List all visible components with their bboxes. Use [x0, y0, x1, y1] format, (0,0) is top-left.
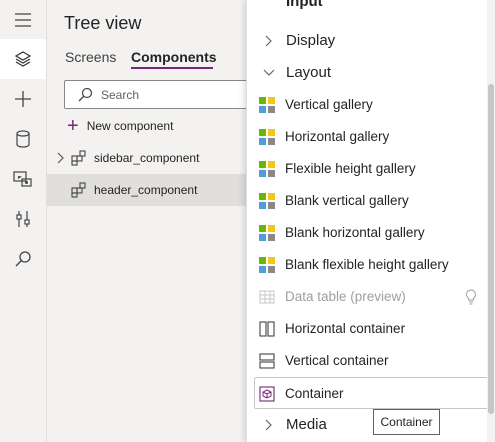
menu-item-container[interactable]: Container [254, 377, 488, 409]
media-icon [13, 171, 32, 187]
hamburger-menu-button[interactable] [0, 0, 46, 40]
database-icon [16, 130, 30, 148]
menu-item-vertical-container[interactable]: Vertical container [255, 345, 487, 377]
gallery-icon [259, 257, 275, 273]
menu-scrollbar[interactable] [487, 0, 495, 442]
component-icon [71, 150, 86, 166]
section-label: Input [286, 0, 323, 10]
search-rail-button[interactable] [0, 239, 46, 279]
insert-menu: Input Display Layout Vertical gallery Ho… [246, 0, 495, 442]
horizontal-container-icon [259, 321, 275, 337]
new-component-button[interactable]: + New component [67, 116, 173, 136]
gallery-icon [259, 225, 275, 241]
menu-item-vertical-gallery[interactable]: Vertical gallery [255, 89, 487, 121]
menu-item-blank-flexible-height-gallery[interactable]: Blank flexible height gallery [255, 249, 487, 281]
chevron-right-icon[interactable] [55, 152, 65, 164]
chevron-right-icon [265, 35, 272, 47]
hamburger-icon [15, 13, 31, 27]
container-icon [259, 386, 275, 402]
table-icon [259, 290, 275, 304]
menu-item-label: Blank horizontal gallery [285, 225, 425, 240]
advanced-tools-button[interactable] [0, 199, 46, 239]
chevron-right-icon [265, 419, 272, 431]
menu-item-label: Blank flexible height gallery [285, 257, 449, 272]
search-icon [15, 251, 31, 267]
layers-icon [14, 51, 32, 67]
tree-item-sidebar-component[interactable]: sidebar_component [47, 142, 247, 174]
active-tab-indicator [131, 67, 213, 69]
menu-item-blank-horizontal-gallery[interactable]: Blank horizontal gallery [255, 217, 487, 249]
section-label: Media [286, 416, 327, 433]
tab-screens[interactable]: Screens [65, 49, 116, 65]
gallery-icon [259, 193, 275, 209]
new-component-label: New component [86, 119, 174, 133]
chevron-down-icon [263, 69, 275, 76]
component-icon [71, 182, 86, 198]
section-media[interactable]: Media [247, 409, 487, 441]
section-label: Display [286, 32, 336, 49]
tree-item-header-component[interactable]: header_component [47, 174, 247, 206]
search-input[interactable]: Search [64, 80, 259, 109]
tree-item-label: header_component [94, 183, 198, 197]
gallery-icon [259, 161, 275, 177]
plus-icon [15, 91, 31, 107]
left-rail [0, 0, 47, 442]
menu-item-blank-vertical-gallery[interactable]: Blank vertical gallery [255, 185, 487, 217]
scrollbar-thumb[interactable] [488, 84, 494, 414]
menu-item-flexible-height-gallery[interactable]: Flexible height gallery [255, 153, 487, 185]
section-label: Layout [286, 64, 332, 81]
section-display[interactable]: Display [247, 25, 487, 57]
tree-view-title: Tree view [64, 13, 142, 33]
tree-item-label: sidebar_component [94, 151, 200, 165]
plus-icon: + [67, 115, 79, 137]
gallery-icon [259, 97, 275, 113]
tree-view-button[interactable] [0, 39, 46, 79]
menu-item-horizontal-container[interactable]: Horizontal container [255, 313, 487, 345]
menu-item-label: Blank vertical gallery [285, 193, 409, 208]
section-input[interactable]: Input [247, 0, 487, 18]
menu-item-label: Horizontal container [285, 321, 406, 336]
menu-item-label: Container [285, 386, 344, 401]
gallery-icon [259, 129, 275, 145]
menu-item-label: Horizontal gallery [285, 129, 390, 144]
search-placeholder: Search [101, 88, 140, 102]
menu-item-label: Flexible height gallery [285, 161, 416, 176]
search-icon [78, 87, 93, 102]
tree-view-panel: Tree view Screens Components Search + Ne… [47, 0, 259, 442]
insert-button[interactable] [0, 79, 46, 119]
menu-item-data-table: Data table (preview) [255, 281, 487, 313]
menu-item-label: Vertical gallery [285, 97, 373, 112]
menu-item-label: Vertical container [285, 353, 389, 368]
section-layout[interactable]: Layout [247, 57, 487, 89]
lightbulb-icon[interactable] [465, 289, 477, 305]
media-button[interactable] [0, 159, 46, 199]
tab-components[interactable]: Components [131, 49, 217, 65]
container-tooltip: Container [373, 409, 440, 435]
tools-icon [16, 211, 30, 227]
vertical-container-icon [259, 353, 275, 369]
menu-item-horizontal-gallery[interactable]: Horizontal gallery [255, 121, 487, 153]
data-button[interactable] [0, 119, 46, 159]
menu-item-label: Data table (preview) [285, 289, 406, 304]
